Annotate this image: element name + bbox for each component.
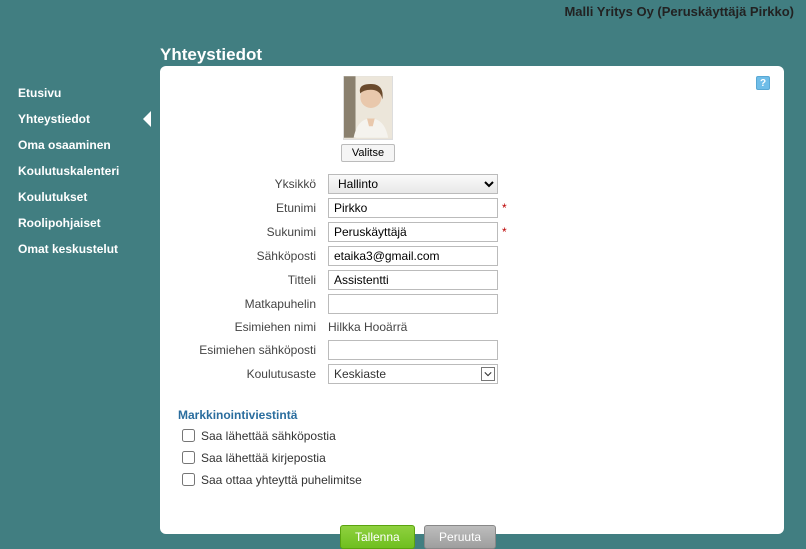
choose-photo-button[interactable]: Valitse: [341, 144, 395, 162]
label-titteli: Titteli: [178, 273, 328, 287]
top-bar: Malli Yritys Oy (Peruskäyttäjä Pirkko): [0, 0, 806, 19]
label-esimies-nimi: Esimiehen nimi: [178, 320, 328, 334]
sidebar-item-label: Yhteystiedot: [18, 112, 90, 126]
sidebar-item-label: Etusivu: [18, 86, 61, 100]
help-icon[interactable]: ?: [756, 76, 770, 90]
esimies-nimi-value: Hilkka Hooärrä: [328, 318, 407, 336]
label-yksikko: Yksikkö: [178, 177, 328, 191]
titteli-input[interactable]: [328, 270, 498, 290]
sidebar-item-label: Koulutukset: [18, 190, 87, 204]
label-esimies-email: Esimiehen sähköposti: [178, 343, 328, 357]
marketing-mail-label: Saa lähettää kirjepostia: [201, 451, 326, 465]
person-photo-icon: [344, 75, 392, 139]
label-matkapuhelin: Matkapuhelin: [178, 297, 328, 311]
sidebar-item-yhteystiedot[interactable]: Yhteystiedot: [0, 106, 150, 132]
yksikko-select[interactable]: Hallinto: [328, 174, 498, 194]
content-panel: ? Valitse Yksikkö Hallinto Etunimi * Suk…: [160, 66, 784, 534]
label-sukunimi: Sukunimi: [178, 225, 328, 239]
sidebar-item-koulutukset[interactable]: Koulutukset: [0, 184, 150, 210]
marketing-section-title: Markkinointiviestintä: [178, 408, 766, 422]
company-user-label: Malli Yritys Oy (Peruskäyttäjä Pirkko): [564, 4, 794, 19]
sidebar-item-label: Koulutuskalenteri: [18, 164, 119, 178]
esimies-email-input[interactable]: [328, 340, 498, 360]
required-marker: *: [502, 225, 507, 239]
required-marker: *: [502, 201, 507, 215]
chevron-down-icon[interactable]: [481, 367, 495, 381]
label-koulutusaste: Koulutusaste: [178, 367, 328, 381]
form-actions: Tallenna Peruuta: [178, 525, 766, 549]
sidebar-item-label: Roolipohjaiset: [18, 216, 101, 230]
koulutusaste-select[interactable]: Keskiaste: [328, 364, 498, 384]
matkapuhelin-input[interactable]: [328, 294, 498, 314]
profile-photo: [343, 76, 393, 140]
marketing-email-label: Saa lähettää sähköpostia: [201, 429, 336, 443]
sidebar-item-koulutuskalenteri[interactable]: Koulutuskalenteri: [0, 158, 150, 184]
sahkoposti-input[interactable]: [328, 246, 498, 266]
sidebar-item-etusivu[interactable]: Etusivu: [0, 80, 150, 106]
koulutusaste-value: Keskiaste: [334, 367, 386, 381]
sukunimi-input[interactable]: [328, 222, 498, 242]
sidebar-item-oma-osaaminen[interactable]: Oma osaaminen: [0, 132, 150, 158]
marketing-email-checkbox[interactable]: [182, 429, 195, 442]
label-sahkoposti: Sähköposti: [178, 249, 328, 263]
sidebar-item-label: Oma osaaminen: [18, 138, 111, 152]
page-title: Yhteystiedot: [160, 45, 806, 65]
etunimi-input[interactable]: [328, 198, 498, 218]
save-button[interactable]: Tallenna: [340, 525, 415, 549]
cancel-button[interactable]: Peruuta: [424, 525, 496, 549]
sidebar: Etusivu Yhteystiedot Oma osaaminen Koulu…: [0, 80, 150, 262]
label-etunimi: Etunimi: [178, 201, 328, 215]
sidebar-item-label: Omat keskustelut: [18, 242, 118, 256]
marketing-phone-checkbox[interactable]: [182, 473, 195, 486]
sidebar-item-roolipohjaiset[interactable]: Roolipohjaiset: [0, 210, 150, 236]
marketing-phone-label: Saa ottaa yhteyttä puhelimitse: [201, 473, 362, 487]
marketing-mail-checkbox[interactable]: [182, 451, 195, 464]
sidebar-item-omat-keskustelut[interactable]: Omat keskustelut: [0, 236, 150, 262]
